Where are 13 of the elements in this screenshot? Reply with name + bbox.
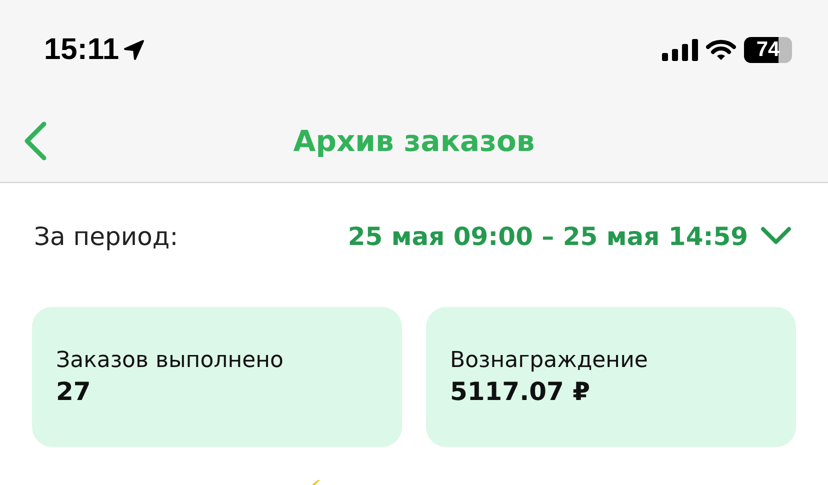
period-dropdown[interactable]: 25 мая 09:00 – 25 мая 14:59 (348, 222, 748, 250)
chevron-down-icon[interactable] (760, 226, 792, 246)
stat-value: 5117.07 ₽ (450, 377, 591, 406)
signal-icon (662, 39, 698, 61)
stat-value: 27 (56, 377, 92, 406)
status-time: 15:11 (44, 33, 120, 67)
wifi-icon (706, 39, 736, 61)
screen-title: Архив заказов (293, 124, 535, 158)
location-arrow-icon (123, 39, 146, 61)
stat-label: Вознаграждение (450, 348, 649, 373)
back-chevron-icon[interactable] (22, 121, 48, 161)
stat-label: Заказов выполнено (56, 348, 284, 373)
period-label: За период: (34, 222, 178, 250)
